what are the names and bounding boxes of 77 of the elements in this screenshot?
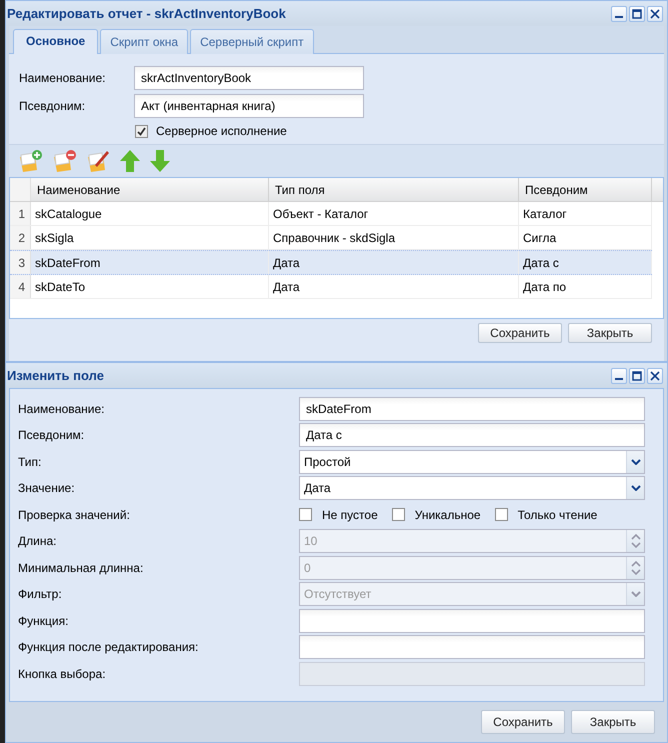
maximize-icon	[632, 370, 642, 380]
input-field[interactable]: Акт (инвентарная книга)	[134, 94, 364, 118]
field-label: Тип:	[18, 454, 42, 469]
dialog-button[interactable]: Сохранить	[478, 323, 562, 343]
spinner-arrows-icon	[630, 532, 642, 550]
field-label: Наименование:	[18, 402, 106, 416]
table-cell: Объект - Каталог	[269, 202, 519, 225]
input-field[interactable]: skDateFrom	[299, 396, 645, 421]
checkbox-label: Уникальное	[414, 508, 481, 522]
remove-document-icon[interactable]	[51, 149, 77, 173]
tab[interactable]: Скрипт окна	[100, 29, 188, 54]
table-cell: skDateFrom	[31, 251, 269, 274]
field-label: Длина:	[18, 534, 58, 548]
table-row[interactable]: 4 skDateTo Дата Дата по	[10, 275, 652, 299]
close-button[interactable]	[647, 368, 663, 384]
minimize-icon	[615, 16, 623, 18]
row-number: 1	[10, 202, 31, 225]
table-cell: Справочник - skdSigla	[269, 226, 519, 249]
input-field[interactable]: Дата с	[299, 423, 645, 448]
column-header[interactable]: Тип поля	[269, 178, 519, 201]
dialog-button[interactable]: Закрыть	[568, 323, 652, 343]
maximize-icon	[632, 8, 642, 18]
table-cell: Дата	[269, 275, 519, 298]
checkbox-label: Только чтение	[518, 508, 598, 522]
field-label: Псевдоним:	[19, 99, 86, 113]
checkbox[interactable]	[299, 508, 312, 522]
close-button[interactable]	[647, 6, 663, 22]
table-cell: Дата по	[519, 275, 652, 298]
tab[interactable]: Основное	[13, 29, 98, 54]
field-label: Фильтр:	[18, 587, 63, 602]
field-label: Функция после редактирования:	[18, 640, 200, 654]
checkbox-label: Не пустое	[322, 508, 378, 522]
window-title: Изменить поле	[7, 368, 104, 383]
row-number: 3	[10, 251, 31, 274]
maximize-button[interactable]	[629, 368, 645, 384]
table-cell: Дата	[269, 251, 519, 274]
field-label: Кнопка выбора:	[18, 666, 107, 681]
field-label: Проверка значений:	[18, 508, 131, 522]
spinner-arrows-icon	[630, 558, 642, 577]
field-label: Значение:	[18, 481, 76, 496]
edit-document-icon[interactable]	[85, 149, 111, 173]
dialog-button[interactable]: Закрыть	[571, 710, 655, 734]
column-header[interactable]: Наименование	[31, 178, 269, 201]
input-field[interactable]	[299, 635, 645, 660]
add-document-icon[interactable]	[17, 149, 43, 173]
table-cell: Сигла	[519, 226, 652, 249]
close-icon	[650, 8, 660, 18]
table-cell: Дата с	[519, 251, 652, 274]
window-title: Редактировать отчет - skrActInventoryBook	[7, 6, 286, 21]
row-number: 4	[10, 275, 31, 298]
minimize-button[interactable]	[611, 6, 627, 22]
checkbox[interactable]	[135, 124, 148, 138]
table-cell: Каталог	[519, 202, 652, 225]
close-icon	[650, 370, 660, 380]
maximize-button[interactable]	[629, 6, 645, 22]
dropdown[interactable]: Простой	[299, 450, 645, 474]
table-cell: skCatalogue	[31, 202, 269, 225]
checkbox-label: Серверное исполнение	[156, 124, 287, 138]
tab[interactable]: Серверный скрипт	[190, 29, 314, 54]
column-header[interactable]: Псевдоним	[519, 178, 652, 201]
dropdown[interactable]: Дата	[299, 476, 645, 500]
checkbox[interactable]	[494, 508, 508, 522]
field-label: Наименование:	[19, 71, 107, 85]
field-label: Псевдоним:	[18, 428, 86, 442]
minimize-button[interactable]	[611, 368, 627, 384]
table-cell: skDateTo	[31, 275, 269, 298]
field-label: Функция:	[18, 614, 70, 628]
table-cell: skSigla	[31, 226, 269, 249]
input-field[interactable]	[299, 608, 645, 633]
table-row[interactable]: 3 skDateFrom Дата Дата с	[10, 250, 652, 275]
minimize-icon	[615, 378, 623, 380]
field-label: Минимальная длинна:	[18, 560, 144, 575]
row-number: 2	[10, 226, 31, 249]
input-field[interactable]: skrActInventoryBook	[134, 66, 364, 90]
dialog-button[interactable]: Сохранить	[481, 710, 565, 734]
table-row[interactable]: 1 skCatalogue Объект - Каталог Каталог	[10, 202, 652, 226]
checkbox[interactable]	[392, 508, 405, 522]
